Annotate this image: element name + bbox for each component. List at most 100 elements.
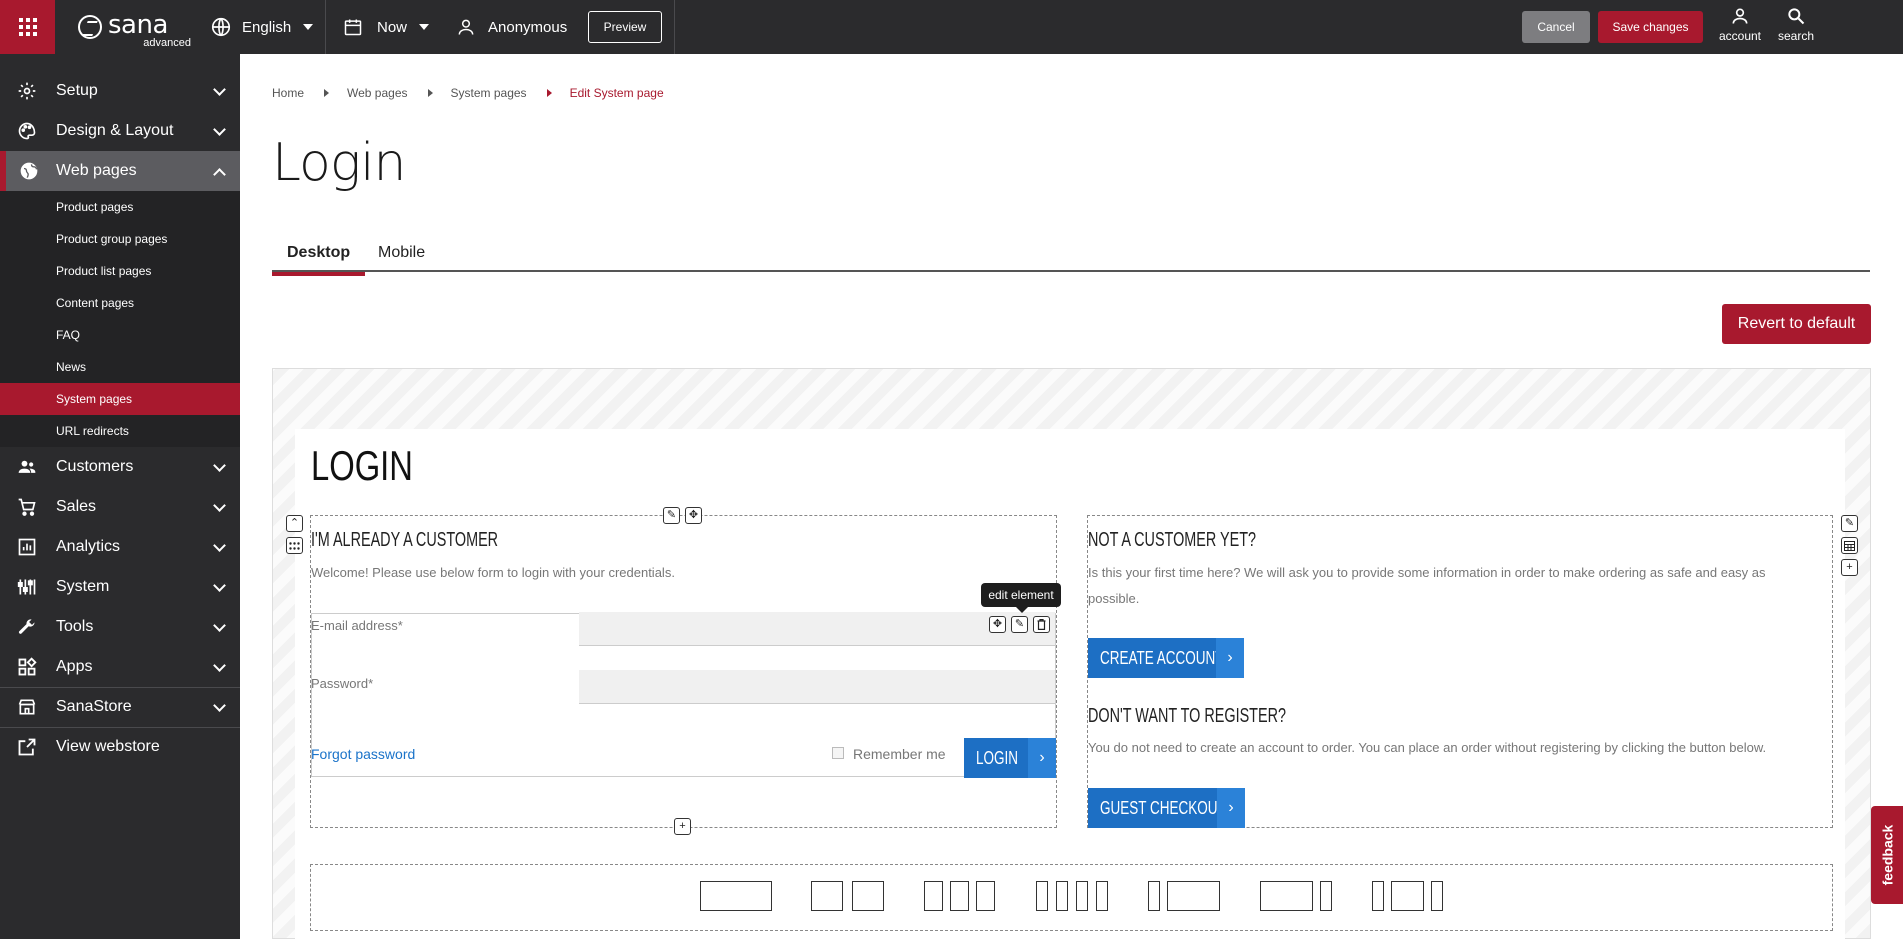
preview-heading: LOGIN (311, 442, 413, 489)
globe-icon (20, 162, 38, 180)
add-row-button[interactable]: + (1841, 559, 1858, 576)
layout-option-1-3[interactable] (1148, 881, 1160, 911)
email-field[interactable] (579, 612, 1055, 646)
guest-checkout-button[interactable]: GUEST CHECKOUT › (1088, 788, 1245, 828)
layout-option-2-columns[interactable] (811, 881, 843, 911)
sidebar-item-label: Web pages (56, 162, 137, 179)
move-element-button[interactable]: ✥ (989, 616, 1006, 633)
customer-selector[interactable]: Anonymous (456, 0, 567, 54)
layout-option-1-column[interactable] (700, 881, 772, 911)
layout-option-4-columns[interactable] (1076, 881, 1088, 911)
sidebar-subitem-system-pages[interactable]: System pages (0, 383, 240, 415)
sidebar-item-label: Setup (56, 82, 98, 99)
collapse-row-button[interactable]: ⌃ (286, 515, 303, 532)
sidebar-subitem-product-group-pages[interactable]: Product group pages (0, 223, 240, 255)
layout-option-1-2-1[interactable] (1372, 881, 1384, 911)
sidebar-item-analytics[interactable]: Analytics (0, 527, 240, 567)
layout-option-3-columns[interactable] (976, 881, 995, 911)
language-selector[interactable]: English (210, 0, 314, 54)
sidebar-item-apps[interactable]: Apps (0, 647, 240, 687)
edit-element-button[interactable]: ✎ (1011, 616, 1028, 633)
sidebar-item-label: Customers (56, 458, 134, 475)
layout-option-3-columns[interactable] (924, 881, 943, 911)
chevron-down-icon (213, 459, 226, 472)
layout-option-4-columns[interactable] (1096, 881, 1108, 911)
account-button[interactable]: account (1715, 6, 1765, 48)
layout-option-3-columns[interactable] (950, 881, 969, 911)
create-account-button[interactable]: CREATE ACCOUNT › (1088, 638, 1244, 678)
breadcrumb-system-pages[interactable]: System pages (451, 86, 527, 100)
add-element-button[interactable]: + (674, 818, 691, 835)
layout-option-1-3[interactable] (1167, 881, 1220, 911)
pencil-icon: ✎ (666, 509, 677, 521)
remember-me-checkbox[interactable] (832, 747, 844, 759)
sidebar-item-view-webstore[interactable]: View webstore (0, 727, 240, 767)
sidebar-subitem-faq[interactable]: FAQ (0, 319, 240, 351)
sidebar-subitem-content-pages[interactable]: Content pages (0, 287, 240, 319)
layout-option-2-columns[interactable] (852, 881, 884, 911)
row-layout-button[interactable] (286, 537, 303, 554)
edit-column-button[interactable]: ✎ (663, 507, 680, 524)
calendar-icon (344, 19, 362, 36)
search-icon (1788, 8, 1805, 25)
app-menu-button[interactable] (0, 0, 55, 54)
date-selector[interactable]: Now (343, 0, 430, 54)
language-label: English (242, 18, 292, 36)
sidebar-item-sales[interactable]: Sales (0, 487, 240, 527)
chevron-up-icon: ⌃ (289, 517, 300, 529)
search-label: search (1777, 29, 1815, 43)
login-button[interactable]: LOGIN › (964, 738, 1056, 778)
forgot-password-link[interactable]: Forgot password (311, 746, 415, 762)
sidebar-item-system[interactable]: System (0, 567, 240, 607)
chevron-down-icon (213, 619, 226, 632)
password-field[interactable] (579, 670, 1055, 704)
cancel-button[interactable]: Cancel (1522, 11, 1590, 43)
sidebar-item-design-layout[interactable]: Design & Layout (0, 111, 240, 151)
sidebar-item-web-pages[interactable]: Web pages (0, 151, 240, 191)
sana-logo-icon (78, 15, 102, 39)
revert-to-default-button[interactable]: Revert to default (1722, 304, 1871, 344)
chevron-down-icon (213, 83, 226, 96)
tab-desktop[interactable]: Desktop (272, 244, 366, 276)
sidebar-item-sanastore[interactable]: SanaStore (0, 687, 240, 727)
layout-option-4-columns[interactable] (1036, 881, 1048, 911)
layout-option-1-2-1[interactable] (1391, 881, 1424, 911)
chevron-right-icon: › (1028, 738, 1056, 778)
preview-button[interactable]: Preview (588, 11, 662, 43)
trash-icon (1037, 619, 1046, 630)
layout-option-4-columns[interactable] (1056, 881, 1068, 911)
feedback-tab[interactable]: feedback (1871, 806, 1903, 904)
layout-option-3-1[interactable] (1260, 881, 1313, 911)
breadcrumb-home[interactable]: Home (272, 86, 304, 100)
gear-icon (18, 82, 36, 100)
delete-element-button[interactable] (1033, 616, 1050, 633)
search-button[interactable]: search (1771, 6, 1821, 48)
sidebar-subitem-url-redirects[interactable]: URL redirects (0, 415, 240, 447)
sidebar-item-label: Analytics (56, 538, 121, 555)
account-label: account (1718, 29, 1762, 43)
divider (674, 0, 675, 54)
view-tabs: Desktop Mobile (272, 238, 1870, 276)
sidebar-item-tools[interactable]: Tools (0, 607, 240, 647)
move-column-button[interactable]: ✥ (685, 507, 702, 524)
edit-row-button[interactable]: ✎ (1841, 515, 1858, 532)
wrench-icon (18, 619, 35, 634)
breadcrumb-web-pages[interactable]: Web pages (347, 86, 408, 100)
sidebar-subitem-product-list-pages[interactable]: Product list pages (0, 255, 240, 287)
layout-option-3-1[interactable] (1320, 881, 1332, 911)
chevron-right-icon: › (1216, 638, 1244, 678)
layout-option-1-2-1[interactable] (1431, 881, 1443, 911)
sidebar-item-setup[interactable]: Setup (0, 71, 240, 111)
move-icon: ✥ (688, 509, 699, 521)
chevron-right-icon: › (1217, 788, 1245, 828)
sidebar-item-customers[interactable]: Customers (0, 447, 240, 487)
tab-mobile[interactable]: Mobile (363, 244, 440, 270)
save-changes-button[interactable]: Save changes (1598, 11, 1703, 43)
row-columns-button[interactable] (1841, 537, 1858, 554)
external-link-icon (18, 738, 36, 756)
chevron-down-icon (213, 539, 226, 552)
sidebar-subitem-product-pages[interactable]: Product pages (0, 191, 240, 223)
sidebar-item-label: Design & Layout (56, 122, 174, 139)
new-customer-title: NOT A CUSTOMER YET? (1088, 529, 1257, 551)
sidebar-subitem-news[interactable]: News (0, 351, 240, 383)
